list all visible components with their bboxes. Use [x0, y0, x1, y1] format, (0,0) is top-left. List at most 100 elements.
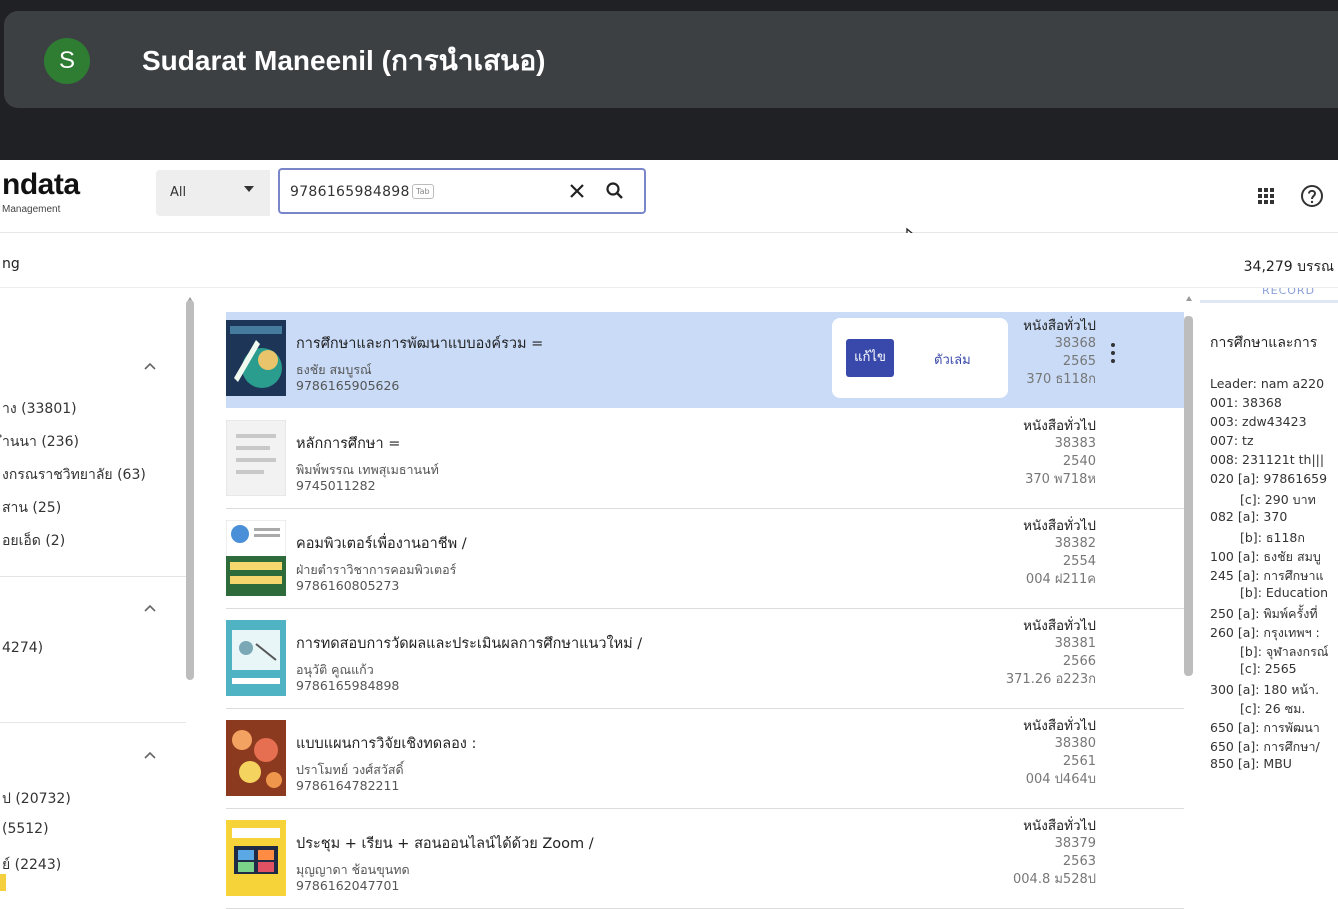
result-author: ฝ่ายตำราวิชาการคอมพิวเตอร์ — [296, 562, 457, 577]
result-call-number: 004.8 ม528ป — [1013, 872, 1096, 887]
presenter-banner: S Sudarat Maneenil (การนำเสนอ) — [4, 11, 1338, 108]
marc-subfield: [b]: ธ118ก — [1240, 530, 1305, 545]
result-year: 2540 — [1062, 454, 1096, 469]
result-year: 2554 — [1062, 554, 1096, 569]
result-title[interactable]: แบบแผนการวิจัยเชิงทดลอง : — [296, 732, 476, 755]
facet-item[interactable]: สาน (25) — [2, 497, 61, 519]
result-row[interactable]: การศึกษาและการพัฒนาแบบองค์รวม = ธงชัย สม… — [226, 312, 1184, 408]
result-call-number: 371.26 อ223ก — [1005, 672, 1096, 687]
book-cover — [226, 420, 286, 496]
book-cover — [226, 720, 286, 796]
help-icon[interactable] — [1300, 184, 1324, 208]
facet-item[interactable]: งกรณราชวิทยาลัย (63) — [2, 464, 146, 486]
tab-record[interactable]: RECORD — [1262, 288, 1315, 297]
more-vert-icon[interactable] — [1110, 342, 1116, 364]
marc-field: 020 [a]: 97861659 — [1210, 471, 1328, 486]
results-scrollbar[interactable] — [1184, 316, 1193, 676]
caret-down-icon — [244, 186, 254, 192]
result-meta: หนังสือทั่วไป 38379 2563 004.8 ม528ป — [1013, 817, 1096, 889]
edit-button[interactable]: แก้ไข — [846, 339, 894, 377]
result-row[interactable]: หลักการศึกษา = พิมพ์พรรณ เทพสุเมธานนท์ 9… — [226, 412, 1184, 509]
facet-item[interactable]: าง (33801) — [2, 398, 77, 420]
result-author: ธงชัย สมบูรณ์ — [296, 362, 372, 377]
result-meta: หนังสือทั่วไป 38381 2566 371.26 อ223ก — [1006, 617, 1096, 689]
result-id: 38379 — [1054, 836, 1096, 851]
marc-field: 003: zdw43423 — [1210, 414, 1307, 429]
result-call-number: 370 ธ118ก — [1026, 372, 1096, 387]
facet-item[interactable]: ย์ (2243) — [2, 854, 61, 876]
result-type: หนังสือทั่วไป — [1023, 318, 1096, 334]
presenter-band: S Sudarat Maneenil (การนำเสนอ) — [0, 0, 1338, 160]
result-year: 2566 — [1062, 654, 1096, 669]
marc-field: 245 [a]: การศึกษาแ — [1210, 568, 1324, 583]
marc-field: 100 [a]: ธงชัย สมบู — [1210, 549, 1321, 564]
sidebar-scrollbar[interactable] — [186, 300, 194, 680]
marc-field: 001: 38368 — [1210, 395, 1282, 410]
chevron-up-icon[interactable] — [144, 362, 156, 370]
chevron-up-icon[interactable] — [144, 751, 156, 759]
result-title[interactable]: การศึกษาและการพัฒนาแบบองค์รวม = — [296, 332, 543, 355]
divider — [0, 722, 186, 723]
result-year: 2561 — [1062, 754, 1096, 769]
marc-title: การศึกษาและการ — [1210, 335, 1318, 351]
book-cover — [226, 320, 286, 396]
facet-item[interactable]: อยเอ็ด (2) — [2, 530, 65, 552]
result-type: หนังสือทั่วไป — [1023, 718, 1096, 734]
result-row[interactable]: แบบแผนการวิจัยเชิงทดลอง : ปราโมทย์ วงศ์ส… — [226, 712, 1184, 809]
facet-item[interactable]: ป (20732) — [2, 788, 71, 810]
result-title[interactable]: หลักการศึกษา = — [296, 432, 400, 455]
result-isbn: 9745011282 — [296, 478, 376, 493]
search-input-value[interactable]: 9786165984898 — [290, 184, 410, 200]
result-call-number: 370 พ718ห — [1025, 472, 1096, 487]
result-title[interactable]: ประชุม + เรียน + สอนออนไลน์ได้ด้วย Zoom … — [296, 832, 594, 855]
book-cover — [226, 520, 286, 596]
result-id: 38368 — [1054, 336, 1096, 351]
result-title[interactable]: คอมพิวเตอร์เพื่องานอาชีพ / — [296, 532, 467, 555]
result-author: ปราโมทย์ วงศ์สวัสดิ์ — [296, 762, 404, 777]
apps-grid-icon[interactable] — [1256, 186, 1276, 206]
result-meta: หนังสือทั่วไป 38368 2565 370 ธ118ก — [1023, 317, 1096, 389]
result-title[interactable]: การทดสอบการวัดผลและประเมินผลการศึกษาแนวใ… — [296, 632, 642, 655]
items-button[interactable]: ตัวเล่ม — [934, 349, 971, 370]
marc-field: 260 [a]: กรุงเทพฯ : — [1210, 625, 1320, 640]
app-logo[interactable]: ndata — [2, 168, 80, 202]
marc-subfield: [b]: Education — [1240, 585, 1329, 600]
result-author: พิมพ์พรรณ เทพสุเมธานนท์ — [296, 462, 439, 477]
facet-item[interactable]: (5512) — [2, 821, 49, 837]
search-input[interactable]: 9786165984898 Tab — [278, 168, 646, 214]
result-isbn: 9786165984898 — [296, 678, 400, 693]
marc-field: 250 [a]: พิมพ์ครั้งที่ — [1210, 606, 1318, 621]
marc-field: 650 [a]: การพัฒนา — [1210, 720, 1320, 735]
marc-subfield: [c]: 26 ซม. — [1240, 701, 1306, 716]
marc-subfield: [c]: 290 บาท — [1240, 492, 1316, 507]
result-type: หนังสือทั่วไป — [1023, 518, 1096, 534]
divider — [0, 576, 186, 577]
result-call-number: 004 ป464บ — [1025, 772, 1096, 787]
result-id: 38381 — [1054, 636, 1096, 651]
avatar: S — [44, 38, 90, 84]
result-count: 34,279 บรรณ — [1243, 259, 1334, 275]
toolbar-label: ng — [2, 256, 20, 272]
app-header: ndata Management All 9786165984898 Tab — [0, 160, 1338, 233]
close-icon[interactable] — [566, 180, 588, 202]
marc-field: 300 [a]: 180 หน้า. — [1210, 682, 1320, 697]
marc-field: 082 [a]: 370 — [1210, 509, 1288, 524]
result-row[interactable]: การทดสอบการวัดผลและประเมินผลการศึกษาแนวใ… — [226, 612, 1184, 709]
result-year: 2565 — [1062, 354, 1096, 369]
facet-item[interactable]: ำนนา (236) — [2, 431, 79, 453]
scroll-up-arrow[interactable] — [1186, 296, 1192, 301]
chevron-up-icon[interactable] — [144, 604, 156, 612]
result-type: หนังสือทั่วไป — [1023, 418, 1096, 434]
app-logo-subtitle: Management — [2, 204, 61, 215]
result-row[interactable]: ประชุม + เรียน + สอนออนไลน์ได้ด้วย Zoom … — [226, 812, 1184, 909]
search-scope-select[interactable]: All — [156, 170, 270, 216]
book-cover — [226, 620, 286, 696]
marc-record-panel: RECORD การศึกษาและการ Leader: nam a220 0… — [1200, 288, 1338, 891]
result-meta: หนังสือทั่วไป 38380 2561 004 ป464บ — [1023, 717, 1096, 789]
result-id: 38382 — [1054, 536, 1096, 551]
result-meta: หนังสือทั่วไป 38383 2540 370 พ718ห — [1023, 417, 1096, 489]
tab-underline — [1200, 300, 1338, 303]
search-icon[interactable] — [604, 180, 626, 202]
facet-item[interactable]: 4274) — [2, 640, 43, 656]
result-row[interactable]: คอมพิวเตอร์เพื่องานอาชีพ / ฝ่ายตำราวิชาก… — [226, 512, 1184, 609]
